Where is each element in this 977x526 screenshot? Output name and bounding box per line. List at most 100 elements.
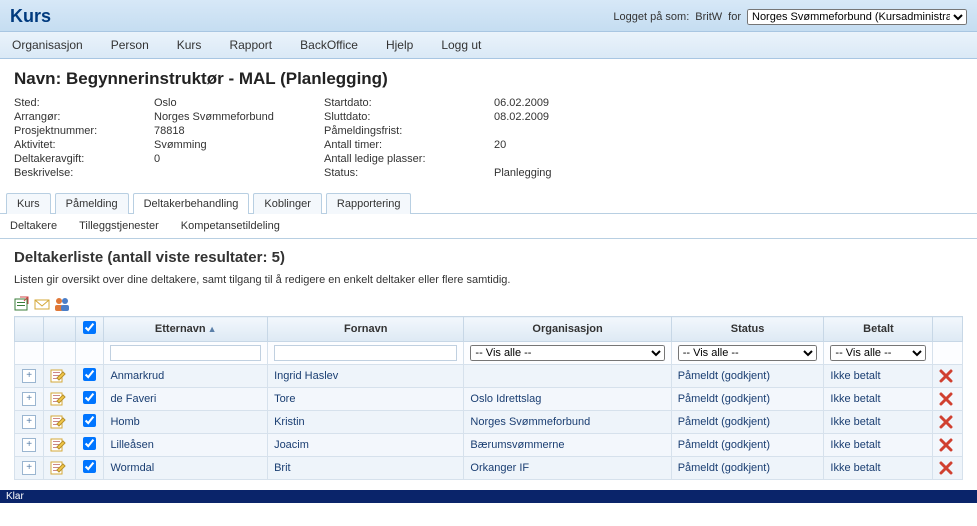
- beskrivelse-label: Beskrivelse:: [14, 167, 154, 179]
- edit-icon[interactable]: [50, 414, 69, 430]
- expand-icon[interactable]: +: [22, 438, 36, 452]
- delete-icon[interactable]: [939, 369, 956, 383]
- tab-pamelding[interactable]: Påmelding: [55, 193, 129, 214]
- export-icon[interactable]: [14, 296, 30, 312]
- etternavn-cell[interactable]: Lilleåsen: [110, 439, 153, 451]
- edit-icon[interactable]: [50, 460, 69, 476]
- table-row: +WormdalBritOrkanger IFPåmeldt (godkjent…: [15, 457, 963, 480]
- delete-icon[interactable]: [939, 415, 956, 429]
- betalt-cell: Ikke betalt: [830, 439, 880, 451]
- status-cell: Påmeldt (godkjent): [678, 439, 770, 451]
- menu-rapport[interactable]: Rapport: [229, 38, 272, 52]
- subtab-tillegg[interactable]: Tilleggstjenester: [79, 220, 159, 232]
- col-betalt[interactable]: Betalt: [824, 317, 933, 342]
- course-title: Navn: Begynnerinstruktør - MAL (Planlegg…: [14, 69, 963, 89]
- expand-icon[interactable]: +: [22, 461, 36, 475]
- course-panel: Navn: Begynnerinstruktør - MAL (Planlegg…: [0, 59, 977, 193]
- col-etternavn[interactable]: Etternavn▲: [104, 317, 268, 342]
- logged-label: Logget på som:: [613, 11, 689, 23]
- edit-icon[interactable]: [50, 391, 69, 407]
- col-fornavn[interactable]: Fornavn: [268, 317, 464, 342]
- fornavn-cell[interactable]: Ingrid Haslev: [274, 370, 338, 382]
- avgift-value: 0: [154, 153, 324, 165]
- subtab-kompetanse[interactable]: Kompetansetildeling: [181, 220, 280, 232]
- fornavn-cell[interactable]: Brit: [274, 462, 291, 474]
- filter-betalt[interactable]: -- Vis alle --: [830, 345, 926, 361]
- status-cell: Påmeldt (godkjent): [678, 393, 770, 405]
- edit-icon[interactable]: [50, 437, 69, 453]
- betalt-cell: Ikke betalt: [830, 370, 880, 382]
- menu-hjelp[interactable]: Hjelp: [386, 38, 413, 52]
- aktivitet-label: Aktivitet:: [14, 139, 154, 151]
- table-row: + de Faveri Tore Oslo Idrettslag Påmeldt (go…: [15, 388, 963, 411]
- email-icon[interactable]: [34, 296, 50, 312]
- content: Deltakerliste (antall viste resultater: …: [0, 239, 977, 490]
- row-checkbox[interactable]: [83, 414, 96, 427]
- col-org[interactable]: Organisasjon: [464, 317, 671, 342]
- etternavn-cell[interactable]: de Faveri: [110, 393, 156, 405]
- menu-backoffice[interactable]: BackOffice: [300, 38, 358, 52]
- row-checkbox[interactable]: [83, 437, 96, 450]
- filter-etternavn[interactable]: [110, 345, 261, 361]
- status-bar: Klar: [0, 490, 977, 503]
- filter-status[interactable]: -- Vis alle --: [678, 345, 818, 361]
- ledige-label: Antall ledige plasser:: [324, 153, 494, 165]
- ledige-value: [494, 153, 664, 165]
- filter-fornavn[interactable]: [274, 345, 457, 361]
- sted-value: Oslo: [154, 97, 324, 109]
- fornavn-cell[interactable]: Joacim: [274, 439, 309, 451]
- arrangor-label: Arrangør:: [14, 111, 154, 123]
- org-cell[interactable]: Orkanger IF: [470, 462, 529, 474]
- row-checkbox[interactable]: [83, 368, 96, 381]
- col-status[interactable]: Status: [671, 317, 824, 342]
- etternavn-cell[interactable]: Anmarkrud: [110, 370, 164, 382]
- sluttdato-label: Sluttdato:: [324, 111, 494, 123]
- tab-deltakerbehandling[interactable]: Deltakerbehandling: [133, 193, 250, 214]
- etternavn-cell[interactable]: Homb: [110, 416, 139, 428]
- delete-icon[interactable]: [939, 461, 956, 475]
- row-checkbox[interactable]: [83, 460, 96, 473]
- org-cell[interactable]: Norges Svømmeforbund: [470, 416, 590, 428]
- org-cell[interactable]: Bærumsvømmerne: [470, 439, 564, 451]
- expand-icon[interactable]: +: [22, 415, 36, 429]
- course-info: Sted:Oslo Arrangør:Norges Svømmeforbund …: [14, 97, 963, 179]
- menu-organisasjon[interactable]: Organisasjon: [12, 38, 83, 52]
- sted-label: Sted:: [14, 97, 154, 109]
- status-value: Planlegging: [494, 167, 664, 179]
- fornavn-cell[interactable]: Kristin: [274, 416, 305, 428]
- expand-icon[interactable]: +: [22, 369, 36, 383]
- tab-koblinger[interactable]: Koblinger: [253, 193, 321, 214]
- delete-icon[interactable]: [939, 392, 956, 406]
- fornavn-cell[interactable]: Tore: [274, 393, 295, 405]
- edit-icon[interactable]: [50, 368, 69, 384]
- startdato-label: Startdato:: [324, 97, 494, 109]
- users-icon[interactable]: [54, 296, 70, 312]
- table-row: + Lilleåsen Joacim Bærumsvømmerne Påmeldt (g…: [15, 434, 963, 457]
- etternavn-cell[interactable]: Wormdal: [110, 462, 154, 474]
- delete-icon[interactable]: [939, 438, 956, 452]
- tab-kurs[interactable]: Kurs: [6, 193, 51, 214]
- org-select[interactable]: Norges Svømmeforbund (Kursadministrator): [747, 9, 967, 25]
- betalt-cell: Ikke betalt: [830, 393, 880, 405]
- app-header: Kurs Logget på som: BritW for Norges Svø…: [0, 0, 977, 32]
- course-info-right: Startdato:06.02.2009 Sluttdato:08.02.200…: [324, 97, 664, 179]
- arrangor-value: Norges Svømmeforbund: [154, 111, 324, 123]
- menu-loggut[interactable]: Logg ut: [441, 38, 481, 52]
- aktivitet-value: Svømming: [154, 139, 324, 151]
- row-checkbox[interactable]: [83, 391, 96, 404]
- participant-grid: Etternavn▲ Fornavn Organisasjon Status B…: [14, 316, 963, 480]
- subtab-bar: Deltakere Tilleggstjenester Kompetanseti…: [0, 214, 977, 239]
- menu-kurs[interactable]: Kurs: [177, 38, 202, 52]
- expand-icon[interactable]: +: [22, 392, 36, 406]
- tab-rapportering[interactable]: Rapportering: [326, 193, 412, 214]
- frist-value: [494, 125, 664, 137]
- org-cell[interactable]: Oslo Idrettslag: [470, 393, 541, 405]
- status-label: Status:: [324, 167, 494, 179]
- betalt-cell: Ikke betalt: [830, 462, 880, 474]
- select-all-checkbox[interactable]: [83, 321, 96, 334]
- filter-org[interactable]: -- Vis alle --: [470, 345, 664, 361]
- menu-person[interactable]: Person: [111, 38, 149, 52]
- sluttdato-value: 08.02.2009: [494, 111, 664, 123]
- subtab-deltakere[interactable]: Deltakere: [10, 220, 57, 232]
- header-right: Logget på som: BritW for Norges Svømmefo…: [613, 9, 967, 25]
